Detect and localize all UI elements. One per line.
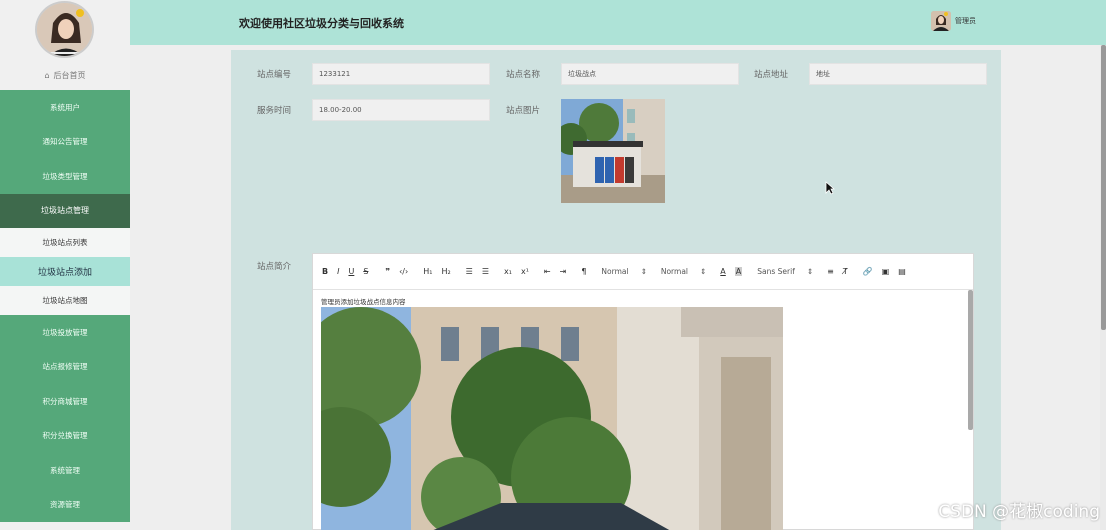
strike-icon[interactable]: S	[363, 267, 368, 276]
home-icon: ⌂	[44, 70, 50, 80]
subscript-icon[interactable]: x₁	[504, 267, 512, 276]
station-image-upload[interactable]	[561, 99, 665, 203]
page-scrollbar[interactable]	[1101, 45, 1106, 330]
station-img-label: 站点图片	[506, 106, 541, 116]
align-icon[interactable]: ≡	[827, 267, 834, 276]
watermark: CSDN @花椒coding	[938, 502, 1100, 522]
station-addr-label: 站点地址	[754, 70, 789, 80]
indent-decrease-icon[interactable]: ⇤	[544, 267, 551, 276]
sidebar-item-points-mall[interactable]: 积分商城管理	[0, 384, 130, 419]
sidebar-item-system-users[interactable]: 系统用户	[0, 90, 130, 125]
code-block-icon[interactable]: ‹/›	[399, 267, 408, 276]
sidebar-item-system-mgmt[interactable]: 系统管理	[0, 453, 130, 488]
size-select[interactable]: Normal ⇕	[601, 267, 646, 276]
rich-text-editor[interactable]: B I U S ❞ ‹/› H₁ H₂ ☰ ☰ x₁ x¹ ⇤ ⇥ ¶ Norm…	[312, 253, 974, 530]
sidebar-menu: 系统用户 通知公告管理 垃圾类型管理 垃圾站点管理 垃圾站点列表 垃圾站点添加 …	[0, 90, 130, 522]
clear-format-icon[interactable]: T̸	[843, 267, 848, 276]
font-select[interactable]: Sans Serif ⇕	[757, 267, 813, 276]
editor-content-image	[321, 307, 783, 530]
editor-scrollbar[interactable]	[968, 290, 973, 430]
top-header: 欢迎使用社区垃圾分类与回收系统 管理员	[130, 0, 1106, 45]
editor-toolbar: B I U S ❞ ‹/› H₁ H₂ ☰ ☰ x₁ x¹ ⇤ ⇥ ¶ Norm…	[313, 254, 973, 290]
sidebar-item-drop-off[interactable]: 垃圾投放管理	[0, 315, 130, 350]
service-time-label: 服务时间	[257, 106, 292, 116]
header-select[interactable]: Normal ⇕	[661, 267, 706, 276]
select-arrows-icon: ⇕	[700, 267, 707, 276]
underline-icon[interactable]: U	[348, 267, 354, 276]
avatar[interactable]	[35, 1, 94, 58]
page-title: 欢迎使用社区垃圾分类与回收系统	[239, 17, 404, 30]
station-form: 站点编号 1233121 站点名称 垃圾战点 站点地址 地址 服务时间 18.0…	[231, 50, 1001, 530]
user-menu[interactable]: 管理员	[931, 11, 976, 31]
link-icon[interactable]: 🔗	[863, 267, 873, 276]
station-name-input[interactable]: 垃圾战点	[561, 63, 739, 85]
sidebar-item-points-exchange[interactable]: 积分兑换管理	[0, 418, 130, 453]
sidebar-subitem-station-map[interactable]: 垃圾站点地图	[0, 286, 130, 315]
italic-icon[interactable]: I	[337, 267, 339, 276]
select-arrows-icon: ⇕	[640, 267, 647, 276]
sidebar-subitem-station-list[interactable]: 垃圾站点列表	[0, 228, 130, 257]
service-time-input[interactable]: 18.00-20.00	[312, 99, 490, 121]
station-no-label: 站点编号	[257, 70, 292, 80]
editor-content-text[interactable]: 管理员添加垃圾战点信息内容	[321, 296, 406, 306]
background-color-icon[interactable]: A	[734, 267, 743, 276]
header1-icon[interactable]: H₁	[423, 267, 432, 276]
bold-icon[interactable]: B	[322, 267, 328, 276]
user-avatar	[931, 11, 951, 31]
sidebar-item-resources[interactable]: 资源管理	[0, 487, 130, 522]
text-direction-icon[interactable]: ¶	[581, 267, 586, 276]
header2-icon[interactable]: H₂	[441, 267, 450, 276]
indent-increase-icon[interactable]: ⇥	[560, 267, 567, 276]
sidebar-item-notices[interactable]: 通知公告管理	[0, 124, 130, 159]
sidebar-subitem-station-add[interactable]: 垃圾站点添加	[0, 257, 130, 286]
station-addr-input[interactable]: 地址	[809, 63, 987, 85]
ordered-list-icon[interactable]: ☰	[466, 267, 473, 276]
select-arrows-icon: ⇕	[806, 267, 814, 276]
station-name-label: 站点名称	[506, 70, 541, 80]
superscript-icon[interactable]: x¹	[521, 267, 529, 276]
intro-label: 站点简介	[257, 262, 292, 272]
sidebar-item-stations[interactable]: 垃圾站点管理	[0, 193, 130, 228]
mouse-cursor-icon	[825, 181, 835, 195]
home-link[interactable]: ⌂ 后台首页	[0, 64, 130, 86]
bullet-list-icon[interactable]: ☰	[482, 267, 489, 276]
video-icon[interactable]: ▤	[898, 267, 906, 276]
image-icon[interactable]: ▣	[882, 267, 890, 276]
sidebar: ⌂ 后台首页 系统用户 通知公告管理 垃圾类型管理 垃圾站点管理 垃圾站点列表 …	[0, 0, 130, 530]
sidebar-item-repairs[interactable]: 站点报修管理	[0, 349, 130, 384]
user-name: 管理员	[955, 17, 976, 25]
station-no-input[interactable]: 1233121	[312, 63, 490, 85]
sidebar-item-trash-types[interactable]: 垃圾类型管理	[0, 159, 130, 194]
blockquote-icon[interactable]: ❞	[385, 267, 390, 276]
text-color-icon[interactable]: A	[720, 267, 725, 276]
